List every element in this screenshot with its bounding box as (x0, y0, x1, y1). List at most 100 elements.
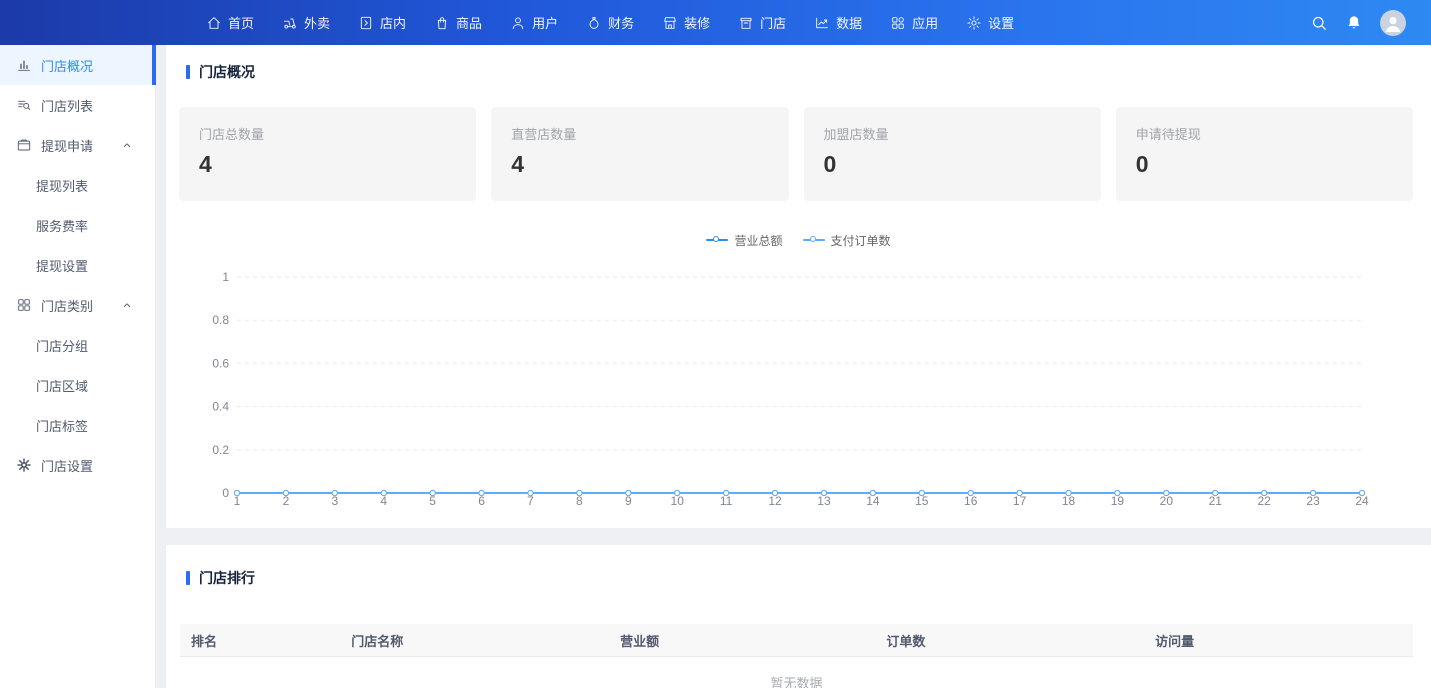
ranking-table-header: 排名门店名称营业额订单数访问量 (180, 624, 1413, 657)
table-header-revenue: 营业额 (609, 631, 875, 650)
sidebar-item-withdraw[interactable]: 提现申请 (0, 125, 155, 165)
svg-text:20: 20 (1160, 494, 1174, 508)
nav-item-label: 首页 (228, 13, 254, 32)
svg-text:3: 3 (331, 494, 338, 508)
table-header-orders: 订单数 (875, 631, 1144, 650)
nav-item-label: 装修 (684, 13, 710, 32)
stat-card-pending-withdraw: 申请待提现0 (1116, 107, 1413, 201)
stat-card-total-stores: 门店总数量4 (179, 107, 476, 201)
svg-text:11: 11 (720, 494, 733, 508)
ranking-panel: 门店排行 排名门店名称营业额订单数访问量 暂无数据 (166, 545, 1431, 688)
wallet-icon (16, 137, 32, 153)
search-icon[interactable] (1310, 14, 1328, 32)
nav-item-label: 门店 (760, 13, 786, 32)
svg-text:24: 24 (1355, 494, 1369, 508)
svg-text:18: 18 (1062, 494, 1076, 508)
sidebar-item-store-list[interactable]: 门店列表 (0, 85, 155, 125)
search-icon (1310, 14, 1328, 32)
nav-item-label: 数据 (836, 13, 862, 32)
sidebar-item-overview[interactable]: 门店概况 (0, 45, 155, 85)
nav-item-label: 店内 (380, 13, 406, 32)
nav-item-takeout[interactable]: 外卖 (282, 13, 330, 32)
stat-card-franchise-stores: 加盟店数量0 (804, 107, 1101, 201)
trend-chart: 00.20.40.60.8112345678910111213141516171… (166, 257, 1431, 517)
svg-text:1: 1 (222, 270, 229, 284)
takeout-icon (282, 15, 298, 31)
svg-text:10: 10 (671, 494, 685, 508)
sidebar: 门店概况门店列表提现申请提现列表服务费率提现设置门店类别门店分组门店区域门店标签… (0, 45, 156, 688)
overview-title-text: 门店概况 (199, 62, 255, 82)
list-search-icon (16, 97, 32, 113)
nav-item-settings[interactable]: 设置 (966, 13, 1014, 32)
nav-item-finance[interactable]: 财务 (586, 13, 634, 32)
sidebar-item-label: 门店概况 (41, 56, 93, 75)
data-icon (814, 15, 830, 31)
stat-card-label: 门店总数量 (199, 124, 456, 143)
nav-item-user[interactable]: 用户 (510, 13, 558, 32)
sidebar-item-withdraw-settings[interactable]: 提现设置 (0, 245, 155, 285)
nav-item-instore[interactable]: 店内 (358, 13, 406, 32)
bar-chart-icon (16, 57, 32, 73)
stat-cards-row: 门店总数量4直营店数量4加盟店数量0申请待提现0 (179, 107, 1413, 201)
sidebar-item-label: 门店类别 (41, 296, 93, 315)
legend-item[interactable]: 支付订单数 (803, 232, 891, 249)
main-content: 门店概况 门店总数量4直营店数量4加盟店数量0申请待提现0 营业总额支付订单数 … (156, 45, 1431, 688)
sidebar-item-store-region[interactable]: 门店区域 (0, 365, 155, 405)
overview-section-title: 门店概况 (166, 45, 1431, 82)
svg-text:5: 5 (429, 494, 436, 508)
nav-item-decorate[interactable]: 装修 (662, 13, 710, 32)
sidebar-item-label: 提现设置 (36, 256, 88, 275)
nav-item-home[interactable]: 首页 (206, 13, 254, 32)
sidebar-item-withdraw-list[interactable]: 提现列表 (0, 165, 155, 205)
nav-item-label: 财务 (608, 13, 634, 32)
finance-icon (586, 15, 602, 31)
nav-item-label: 外卖 (304, 13, 330, 32)
sidebar-item-store-settings[interactable]: 门店设置 (0, 445, 155, 485)
nav-item-apps[interactable]: 应用 (890, 13, 938, 32)
sidebar-item-label: 提现列表 (36, 176, 88, 195)
home-icon (206, 15, 222, 31)
svg-text:6: 6 (478, 494, 485, 508)
sidebar-item-label: 门店分组 (36, 336, 88, 355)
overview-panel: 门店概况 门店总数量4直营店数量4加盟店数量0申请待提现0 营业总额支付订单数 … (166, 45, 1431, 528)
user-avatar[interactable] (1380, 10, 1406, 36)
svg-text:0.8: 0.8 (212, 313, 229, 327)
svg-text:15: 15 (915, 494, 929, 508)
nav-item-goods[interactable]: 商品 (434, 13, 482, 32)
stat-card-label: 加盟店数量 (824, 124, 1081, 143)
chart-legend: 营业总额 支付订单数 (166, 233, 1431, 247)
stat-card-value: 4 (511, 151, 768, 178)
notification-bell-icon[interactable] (1345, 14, 1363, 32)
svg-text:0.4: 0.4 (212, 400, 229, 414)
empty-text: 暂无数据 (770, 673, 822, 688)
svg-text:0.2: 0.2 (212, 443, 229, 457)
sidebar-item-label: 门店列表 (41, 96, 93, 115)
legend-item[interactable]: 营业总额 (706, 232, 782, 249)
page-layout: 门店概况门店列表提现申请提现列表服务费率提现设置门店类别门店分组门店区域门店标签… (0, 45, 1431, 688)
svg-text:17: 17 (1013, 494, 1027, 508)
nav-item-label: 商品 (456, 13, 482, 32)
stat-card-label: 申请待提现 (1136, 124, 1393, 143)
logo-area (0, 0, 156, 45)
sidebar-item-store-group[interactable]: 门店分组 (0, 325, 155, 365)
chevron-up-icon (120, 298, 134, 312)
ranking-table: 排名门店名称营业额订单数访问量 暂无数据 (180, 624, 1413, 688)
legend-label: 支付订单数 (831, 232, 891, 249)
sidebar-item-category[interactable]: 门店类别 (0, 285, 155, 325)
goods-icon (434, 15, 450, 31)
svg-text:21: 21 (1209, 494, 1223, 508)
ranking-title-text: 门店排行 (199, 568, 255, 588)
svg-text:13: 13 (817, 494, 831, 508)
gear-filled-icon (16, 457, 32, 473)
legend-marker (706, 239, 728, 241)
sidebar-item-service-rate[interactable]: 服务费率 (0, 205, 155, 245)
storefront-icon (738, 15, 754, 31)
sidebar-item-store-tag[interactable]: 门店标签 (0, 405, 155, 445)
nav-item-store[interactable]: 门店 (738, 13, 786, 32)
navbar-right-tools (1310, 10, 1431, 36)
main-nav: 首页 外卖 店内 商品 用户 财务 装修 门店 数据 应用 设置 (156, 13, 1014, 32)
person-icon (1381, 11, 1405, 35)
nav-item-label: 用户 (532, 13, 558, 32)
nav-item-data[interactable]: 数据 (814, 13, 862, 32)
svg-text:12: 12 (768, 494, 782, 508)
